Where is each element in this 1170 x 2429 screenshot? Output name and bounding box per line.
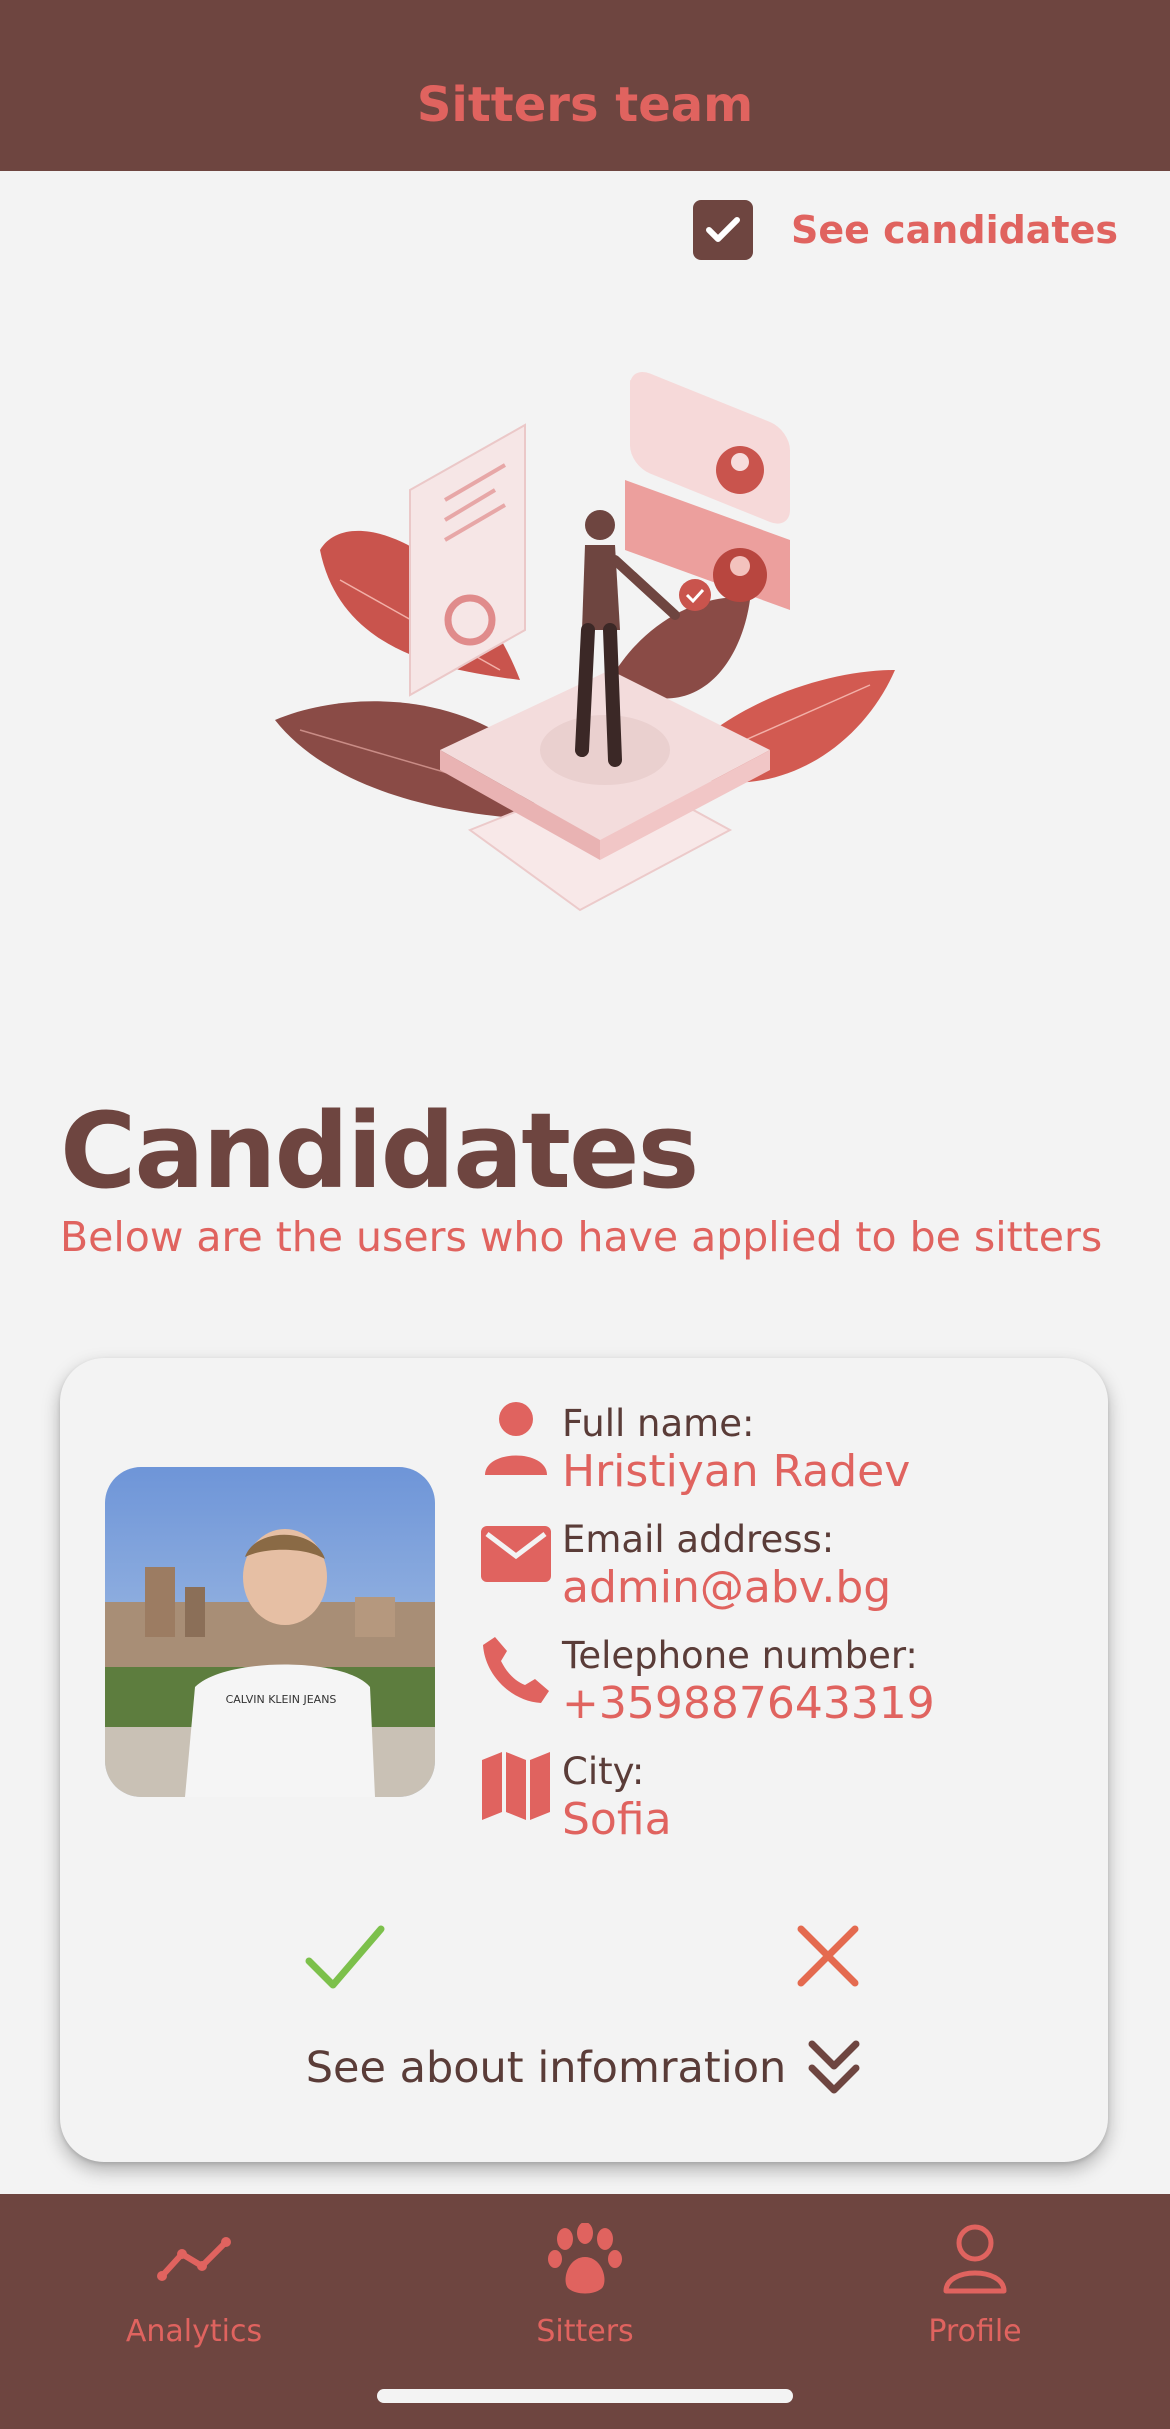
double-chevron-down-icon[interactable] <box>806 2038 862 2098</box>
shirt-print-text: CALVIN KLEIN JEANS <box>226 1693 337 1706</box>
recruitment-illustration <box>275 371 895 912</box>
see-candidates-toggle[interactable]: See candidates <box>693 200 1118 260</box>
email-label: Email address: <box>562 1518 835 1561</box>
chart-line-icon <box>156 2214 232 2304</box>
person-outline-icon <box>942 2214 1008 2304</box>
candidate-card: CALVIN KLEIN JEANS Full name: Hristiyan … <box>60 1358 1108 2162</box>
home-indicator[interactable] <box>377 2389 793 2403</box>
tab-sitters[interactable]: Sitters <box>460 2214 710 2349</box>
phone-icon <box>480 1634 552 1706</box>
map-icon <box>480 1750 552 1822</box>
app-header: Sitters team <box>0 0 1170 171</box>
see-candidates-label[interactable]: See candidates <box>791 208 1118 252</box>
person-icon <box>480 1402 552 1475</box>
city-row: City: Sofia <box>480 1750 672 1846</box>
tab-analytics-label[interactable]: Analytics <box>126 2314 262 2349</box>
email-row: Email address: admin@abv.bg <box>480 1518 891 1614</box>
paw-icon <box>547 2214 623 2304</box>
see-about-label[interactable]: See about infomration <box>306 2043 787 2093</box>
envelope-icon <box>480 1518 552 1590</box>
tab-sitters-label[interactable]: Sitters <box>536 2314 633 2349</box>
email-value: admin@abv.bg <box>562 1562 892 1613</box>
tab-profile-label[interactable]: Profile <box>928 2314 1021 2349</box>
candidate-avatar: CALVIN KLEIN JEANS <box>105 1467 435 1797</box>
city-value: Sofia <box>562 1794 672 1845</box>
phone-value: +359887643319 <box>562 1678 935 1729</box>
tab-profile[interactable]: Profile <box>850 2214 1100 2349</box>
phone-row: Telephone number: +359887643319 <box>480 1634 935 1730</box>
page-subtitle: Below are the users who have applied to … <box>60 1213 1103 1261</box>
approve-button[interactable] <box>305 1923 385 1993</box>
checkmark-icon <box>706 217 740 242</box>
checkmark-icon <box>305 1925 385 1989</box>
full-name-value: Hristiyan Radev <box>562 1446 911 1497</box>
x-icon <box>797 1925 859 1987</box>
full-name-row: Full name: Hristiyan Radev <box>480 1402 910 1498</box>
tab-analytics[interactable]: Analytics <box>69 2214 319 2349</box>
phone-label: Telephone number: <box>562 1634 918 1677</box>
full-name-label: Full name: <box>562 1402 755 1445</box>
city-label: City: <box>562 1750 645 1793</box>
reject-button[interactable] <box>795 1923 861 1989</box>
page-header-title: Sitters team <box>416 77 754 133</box>
see-about-toggle[interactable]: See about infomration <box>60 2038 1108 2098</box>
page-title: Candidates <box>60 1090 699 1212</box>
see-candidates-checkbox[interactable] <box>693 200 753 260</box>
